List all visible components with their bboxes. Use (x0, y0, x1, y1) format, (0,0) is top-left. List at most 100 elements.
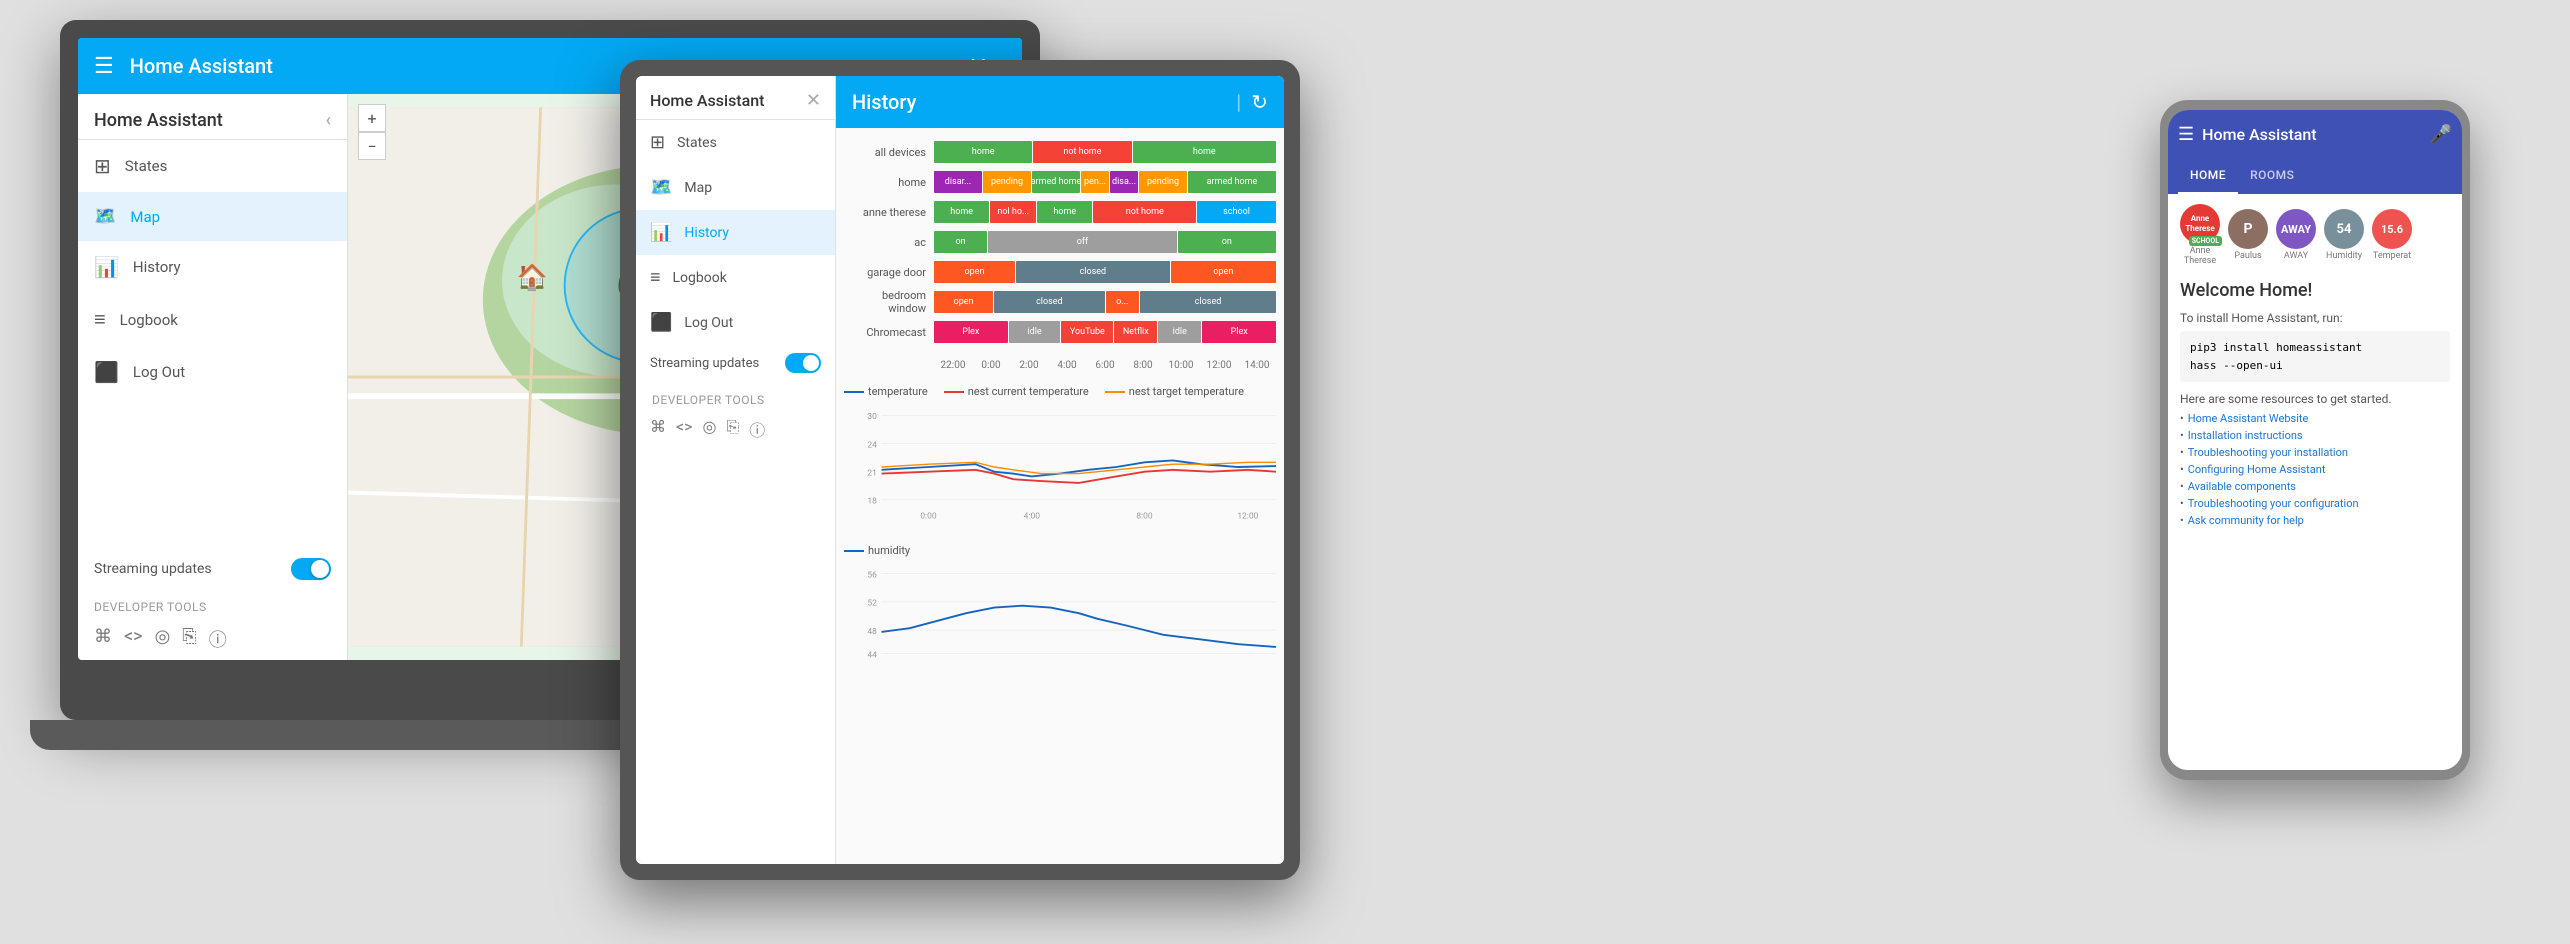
history-row-garage-door: garage door open closed open (836, 258, 1284, 286)
terminal-icon[interactable]: ⌘ (94, 626, 112, 652)
link-components[interactable]: Available components (2180, 480, 2450, 493)
avatar-col-away: AWAY AWAY (2276, 209, 2316, 261)
tablet-terminal-icon[interactable]: ⌘ (650, 417, 666, 441)
tablet-code-icon[interactable]: <> (676, 417, 693, 441)
history-bars-home: disar... pending armed home pen... disa.… (934, 171, 1276, 193)
tablet-sidebar-map[interactable]: 🗺️ Map (636, 165, 835, 210)
tablet-dev-icons: ⌘ <> ◎ ⎘ ⓘ (636, 411, 835, 447)
sidebar-item-states[interactable]: ⊞ States (78, 140, 347, 192)
hbar: nol ho... (990, 201, 1036, 223)
nest-target-dot (1105, 391, 1125, 393)
sidebar-item-logbook[interactable]: ≡ Logbook (78, 293, 347, 346)
link-configuring[interactable]: Configuring Home Assistant (2180, 463, 2450, 476)
laptop-sidebar: Home Assistant ‹ ⊞ States 🗺️ (78, 94, 348, 660)
hbar: open (1171, 261, 1276, 283)
tablet-logout-label: Log Out (684, 315, 733, 331)
avatar-anne[interactable]: AnneTherese SCHOOL (2180, 204, 2220, 244)
tablet-sidebar-states[interactable]: ⊞ States (636, 120, 835, 165)
hbar: school (1197, 201, 1276, 223)
sidebar-item-logout[interactable]: ⬛ Log Out (78, 346, 347, 398)
hbar: closed (1140, 291, 1276, 313)
hbar: Plex (1202, 321, 1276, 343)
tab-rooms[interactable]: ROOMS (2238, 158, 2306, 194)
humidity-chart-svg: 56 52 48 44 (844, 561, 1276, 671)
timeline-2200: 22:00 (934, 360, 972, 371)
install-code: pip3 install homeassistanthass --open-ui (2180, 331, 2450, 382)
avatar-paulus[interactable]: P (2228, 209, 2268, 249)
history-label-anne-therese: anne therese (844, 206, 934, 219)
tablet-sidebar-logbook[interactable]: ≡ Logbook (636, 255, 835, 300)
api-icon[interactable]: ◎ (155, 626, 171, 652)
sidebar-item-history[interactable]: 📊 History (78, 241, 347, 293)
tablet-info-icon[interactable]: ⓘ (749, 417, 765, 441)
timeline-0000: 0:00 (972, 360, 1010, 371)
stat-badge-temp[interactable]: 15.6 (2372, 209, 2412, 249)
tablet-logbook-label: Logbook (673, 270, 727, 286)
tablet-app: Home Assistant ✕ ⊞ States 🗺️ Map (636, 76, 1284, 864)
hbar: on (1178, 231, 1276, 253)
svg-text:4:00: 4:00 (1024, 512, 1041, 522)
avatar-away[interactable]: AWAY (2276, 209, 2316, 249)
nest-current-label: nest current temperature (968, 385, 1089, 398)
tablet-logout-icon: ⬛ (650, 312, 672, 333)
tablet-history-area: History | ↻ all devices home (836, 76, 1284, 864)
sidebar-collapse-icon[interactable]: ‹ (325, 110, 331, 131)
humidity-label: humidity (868, 544, 910, 557)
laptop-sidebar-title: Home Assistant (94, 110, 223, 131)
hbar: pen... (1081, 171, 1109, 193)
link-installation[interactable]: Installation instructions (2180, 429, 2450, 442)
tablet-close-icon[interactable]: ✕ (806, 90, 821, 111)
tablet-states-label: States (677, 135, 717, 151)
info-icon[interactable]: ⓘ (209, 626, 227, 652)
tablet-api-icon[interactable]: ◎ (703, 417, 717, 441)
hamburger-icon[interactable]: ☰ (94, 54, 114, 79)
code-icon[interactable]: <> (124, 626, 143, 652)
laptop-sidebar-brand: Home Assistant ‹ (78, 94, 347, 140)
humidity-dot (844, 550, 864, 552)
timeline-0200: 2:00 (1010, 360, 1048, 371)
phone-hamburger-icon[interactable]: ☰ (2178, 124, 2194, 145)
hbar: home (934, 201, 989, 223)
link-community[interactable]: Ask community for help (2180, 514, 2450, 527)
tablet-streaming-toggle[interactable] (785, 353, 821, 373)
humidity-legend: humidity (844, 544, 1276, 557)
zoom-in-button[interactable]: + (358, 104, 386, 132)
phone-mic-icon[interactable]: 🎤 (2430, 124, 2452, 145)
tablet-config-icon[interactable]: ⎘ (726, 417, 739, 441)
history-table: all devices home not home home home (836, 128, 1284, 356)
link-troubleshoot-install[interactable]: Troubleshooting your installation (2180, 446, 2450, 459)
history-row-all-devices: all devices home not home home (836, 138, 1284, 166)
zoom-out-button[interactable]: − (358, 132, 386, 160)
stat-badge-humidity[interactable]: 54 (2324, 209, 2364, 249)
phone-tabs: HOME ROOMS (2168, 158, 2462, 194)
tab-home[interactable]: HOME (2178, 158, 2238, 194)
refresh-icon[interactable]: ↻ (1251, 90, 1268, 114)
humidity-chart-area: humidity 56 52 48 (844, 544, 1276, 675)
config-icon[interactable]: ⎘ (182, 626, 196, 652)
nest-target-label: nest target temperature (1129, 385, 1244, 398)
history-label-garage-door: garage door (844, 266, 934, 279)
tablet-sidebar-history[interactable]: 📊 History (636, 210, 835, 255)
svg-text:🏠: 🏠 (517, 264, 548, 293)
streaming-toggle[interactable] (291, 558, 331, 580)
avatar-col-anne: AnneTherese SCHOOL AnneTherese (2180, 204, 2220, 266)
hbar: home (1037, 201, 1092, 223)
legend-nest-target: nest target temperature (1105, 385, 1244, 398)
laptop-dev-tools-label: Developer Tools (78, 588, 347, 618)
avatar-label-paulus: Paulus (2234, 251, 2261, 261)
map-label: Map (130, 208, 160, 226)
link-ha-website[interactable]: Home Assistant Website (2180, 412, 2450, 425)
history-bars-ac: on off on (934, 231, 1276, 253)
tablet-sidebar-logout[interactable]: ⬛ Log Out (636, 300, 835, 345)
sidebar-item-map[interactable]: 🗺️ Map (78, 192, 347, 241)
streaming-label: Streaming updates (94, 561, 212, 577)
history-row-home: home disar... pending armed home pen... … (836, 168, 1284, 196)
hbar: idle (1009, 321, 1061, 343)
link-troubleshoot-config[interactable]: Troubleshooting your configuration (2180, 497, 2450, 510)
install-intro: To install Home Assistant, run: (2180, 311, 2450, 325)
svg-text:8:00: 8:00 (1136, 512, 1153, 522)
phone-device: ☰ Home Assistant 🎤 HOME ROOMS AnneTheres… (2160, 100, 2470, 780)
hbar: disa... (1110, 171, 1138, 193)
temp-legend-label: temperature (868, 385, 928, 398)
hbar: armed home (1032, 171, 1080, 193)
